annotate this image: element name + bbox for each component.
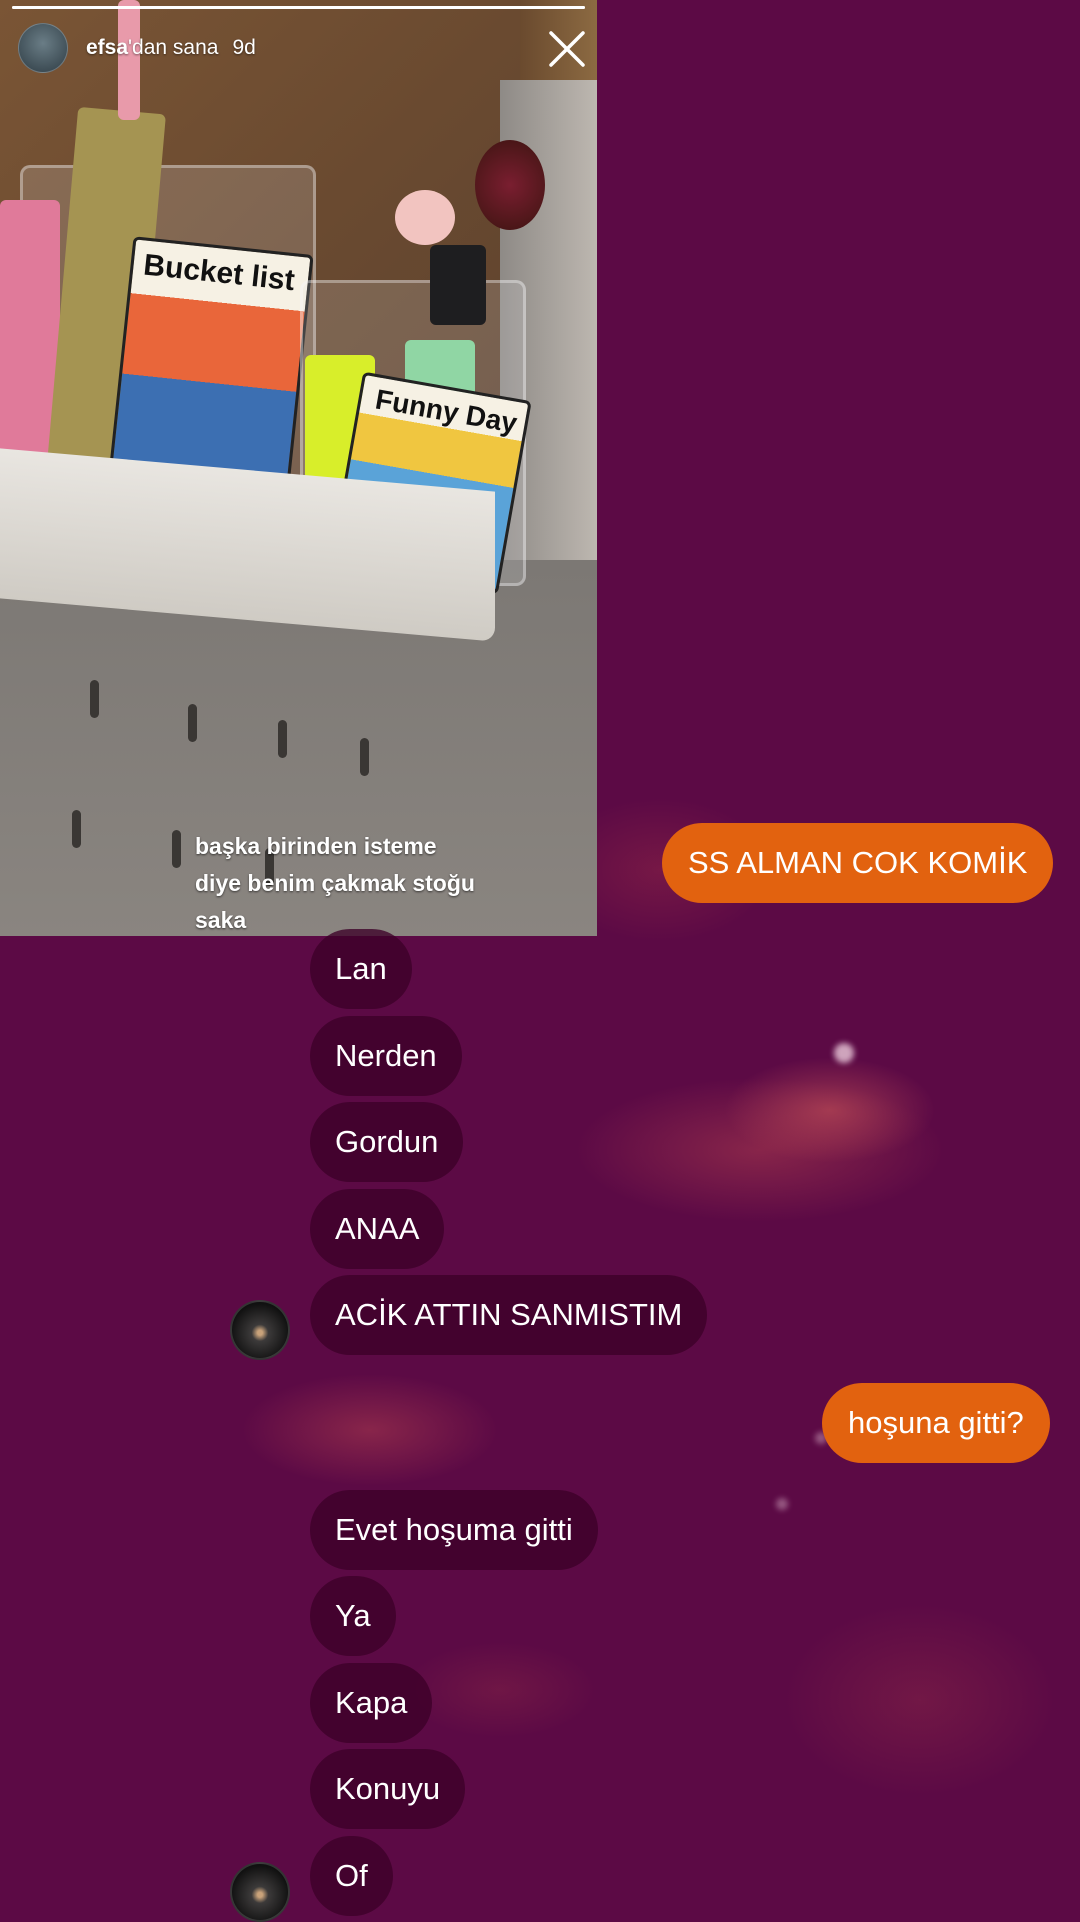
- incoming-message[interactable]: Ya: [310, 1576, 396, 1656]
- incoming-message[interactable]: Konuyu: [310, 1749, 466, 1829]
- black-lighter: [430, 245, 486, 325]
- avatar[interactable]: [18, 23, 68, 73]
- incoming-message[interactable]: Lan: [310, 929, 412, 1009]
- caption-line: başka birinden isteme: [195, 833, 437, 859]
- incoming-message[interactable]: ACİK ATTIN SANMISTIM: [310, 1275, 708, 1355]
- story-progress-bar: [12, 6, 585, 9]
- incoming-message[interactable]: ANAA: [310, 1189, 445, 1269]
- incoming-message[interactable]: Gordun: [310, 1102, 464, 1182]
- bokeh-light: [834, 1043, 854, 1063]
- incoming-message[interactable]: Nerden: [310, 1016, 462, 1096]
- bokeh-light: [776, 1498, 788, 1510]
- story-caption: başka birinden isteme diye benim çakmak …: [195, 828, 555, 936]
- rose: [475, 140, 545, 230]
- story-header: efsa'dan sana 9d: [18, 22, 256, 74]
- caption-line: diye benim çakmak stoğu: [195, 870, 475, 896]
- avatar[interactable]: [230, 1862, 290, 1922]
- incoming-message[interactable]: Of: [310, 1836, 393, 1916]
- story-subtitle: 'dan sana: [128, 36, 219, 59]
- incoming-message[interactable]: Kapa: [310, 1663, 433, 1743]
- avatar[interactable]: [230, 1300, 290, 1360]
- story-username[interactable]: efsa: [86, 36, 128, 60]
- outgoing-message[interactable]: hoşuna gitti?: [822, 1383, 1050, 1463]
- outgoing-message[interactable]: SS ALMAN COK KOMİK: [662, 823, 1054, 903]
- story-timestamp: 9d: [232, 36, 256, 59]
- pig-figurine: [395, 190, 455, 245]
- incoming-message[interactable]: Evet hoşuma gitti: [310, 1490, 598, 1570]
- story-reply-preview[interactable]: Bucket list Funny Day efsa'dan sana 9d b…: [0, 0, 597, 936]
- close-icon[interactable]: [546, 28, 588, 70]
